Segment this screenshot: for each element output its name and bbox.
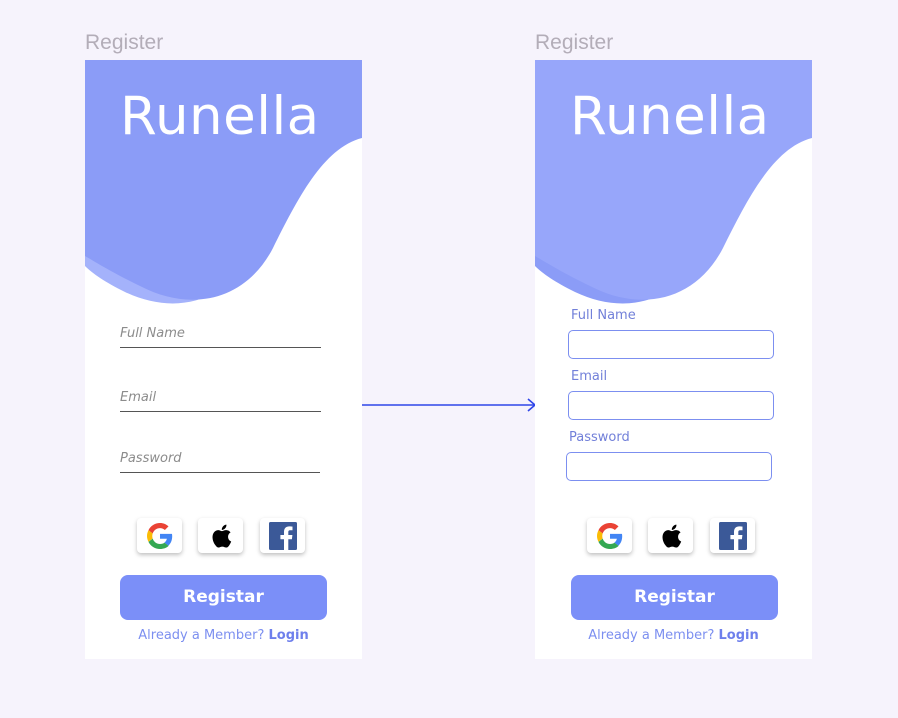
- register-screen-underline: Runella Full Name Email Password Regista…: [85, 60, 362, 659]
- facebook-icon: [718, 521, 747, 550]
- google-login-button[interactable]: [137, 518, 182, 553]
- google-icon: [596, 522, 622, 549]
- full-name-field[interactable]: Full Name: [120, 324, 321, 348]
- email-label: Email: [571, 369, 608, 384]
- apple-icon: [212, 524, 231, 548]
- logo: Runella: [570, 86, 770, 147]
- apple-icon: [662, 524, 681, 548]
- already-member-text: Already a Member? Login: [85, 628, 362, 643]
- frame-label-register-1: Register: [85, 31, 164, 54]
- full-name-label: Full Name: [571, 308, 636, 323]
- member-prompt: Already a Member?: [138, 628, 265, 643]
- login-link[interactable]: Login: [718, 628, 758, 643]
- full-name-input[interactable]: [568, 330, 774, 359]
- email-input[interactable]: [568, 391, 774, 420]
- register-button[interactable]: Registar: [571, 575, 778, 620]
- already-member-text: Already a Member? Login: [535, 628, 812, 643]
- apple-login-button[interactable]: [198, 518, 243, 553]
- facebook-login-button[interactable]: [710, 518, 755, 553]
- transition-arrow-icon: [362, 398, 537, 412]
- full-name-placeholder: Full Name: [120, 326, 185, 341]
- facebook-icon: [268, 521, 297, 550]
- email-placeholder: Email: [120, 390, 157, 405]
- frame-label-register-2: Register: [535, 31, 614, 54]
- password-input[interactable]: [566, 452, 772, 481]
- logo: Runella: [120, 86, 320, 147]
- facebook-login-button[interactable]: [260, 518, 305, 553]
- member-prompt: Already a Member?: [588, 628, 715, 643]
- login-link[interactable]: Login: [268, 628, 308, 643]
- password-field[interactable]: Password: [120, 449, 320, 473]
- password-label: Password: [569, 430, 630, 445]
- google-login-button[interactable]: [587, 518, 632, 553]
- email-field[interactable]: Email: [120, 388, 321, 412]
- google-icon: [146, 522, 172, 549]
- password-placeholder: Password: [120, 451, 182, 466]
- register-screen-boxed: Runella Full Name Email Password Regista…: [535, 60, 812, 659]
- register-button[interactable]: Registar: [120, 575, 327, 620]
- apple-login-button[interactable]: [648, 518, 693, 553]
